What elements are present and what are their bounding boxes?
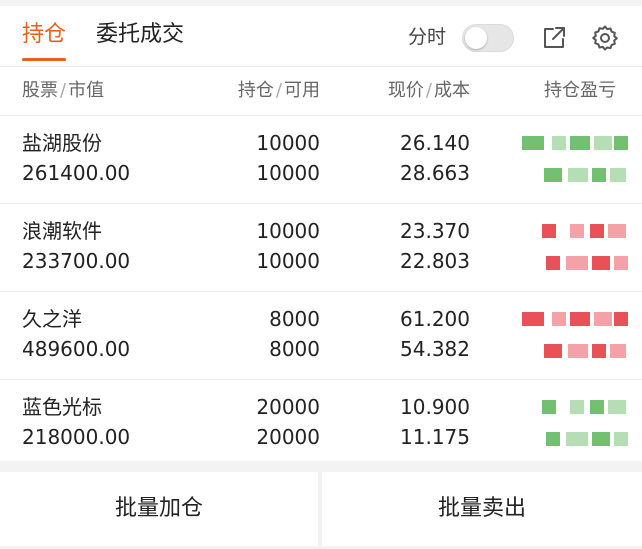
stock-name: 蓝色光标 <box>22 395 102 419</box>
profit-loss-ratio-blurred <box>522 256 630 272</box>
blur-pixel <box>614 312 628 326</box>
blur-pixel <box>594 136 612 150</box>
intraday-toggle-label: 分时 <box>408 26 447 48</box>
available-qty: 8000 <box>269 337 320 361</box>
header-holding: 持仓 <box>237 80 274 101</box>
blur-pixel <box>610 168 626 182</box>
blur-pixel <box>592 344 606 358</box>
tab-positions[interactable]: 持仓 <box>22 20 66 50</box>
header-price-cost: 现价 / 成本 <box>388 67 470 115</box>
active-tab-indicator <box>22 58 66 61</box>
blur-pixel <box>592 168 606 182</box>
available-qty: 10000 <box>256 249 320 273</box>
blur-pixel <box>544 168 562 182</box>
blur-pixel <box>590 224 604 238</box>
profit-loss-ratio-blurred <box>522 168 630 184</box>
header-current-price: 现价 <box>387 80 424 101</box>
header-market-value: 市值 <box>68 80 105 101</box>
positions-screen: 持仓 委托成交 分时 股票 / 市值 持仓 / 可用 现价 / 成本 持仓盈亏 … <box>0 0 642 549</box>
profit-loss-amount-blurred <box>522 224 630 240</box>
holding-qty: 20000 <box>256 395 320 419</box>
current-price: 61.200 <box>400 307 470 331</box>
current-price: 23.370 <box>400 219 470 243</box>
external-link-icon[interactable] <box>540 24 568 52</box>
blur-pixel <box>546 432 560 446</box>
blur-pixel <box>542 224 556 238</box>
blur-pixel <box>552 312 566 326</box>
blur-pixel <box>568 344 588 358</box>
stock-name: 浪潮软件 <box>22 219 102 243</box>
header-stock-market-value: 股票 / 市值 <box>22 67 104 115</box>
current-price: 26.140 <box>400 131 470 155</box>
blur-pixel <box>570 312 590 326</box>
profit-loss-ratio-blurred <box>522 344 630 360</box>
blur-pixel <box>608 400 626 414</box>
stock-name: 久之洋 <box>22 307 82 331</box>
blur-pixel <box>614 256 628 270</box>
blur-pixel <box>568 168 588 182</box>
blur-pixel <box>544 344 562 358</box>
blur-pixel <box>566 432 588 446</box>
positions-list: 盐湖股份 261400.00 10000 10000 26.140 28.663… <box>0 116 642 468</box>
blur-pixel <box>570 136 590 150</box>
position-row[interactable]: 浪潮软件 233700.00 10000 10000 23.370 22.803 <box>0 204 642 292</box>
gear-icon[interactable] <box>591 24 619 52</box>
intraday-toggle[interactable] <box>462 24 514 52</box>
blur-pixel <box>546 256 560 270</box>
position-row[interactable]: 蓝色光标 218000.00 20000 20000 10.900 11.175 <box>0 380 642 468</box>
profit-loss-amount-blurred <box>522 312 630 328</box>
cost-price: 11.175 <box>400 425 470 449</box>
batch-sell-button[interactable]: 批量卖出 <box>322 472 642 546</box>
toggle-knob <box>465 27 487 49</box>
current-price: 10.900 <box>400 395 470 419</box>
blur-pixel <box>542 400 556 414</box>
market-value: 218000.00 <box>22 425 131 449</box>
header-available: 可用 <box>284 80 320 101</box>
holding-qty: 10000 <box>256 131 320 155</box>
blur-pixel <box>590 400 604 414</box>
blur-pixel <box>608 224 626 238</box>
position-row[interactable]: 盐湖股份 261400.00 10000 10000 26.140 28.663 <box>0 116 642 204</box>
header-profit-loss: 持仓盈亏 <box>544 80 616 101</box>
positions-card: 持仓 委托成交 分时 股票 / 市值 持仓 / 可用 现价 / 成本 持仓盈亏 … <box>0 6 642 461</box>
blur-pixel <box>614 136 628 150</box>
header-holding-available: 持仓 / 可用 <box>238 67 320 115</box>
blur-pixel <box>522 312 544 326</box>
header-separator: / <box>60 80 67 101</box>
action-bar: 批量加仓 批量卖出 <box>0 472 642 549</box>
profit-loss-ratio-blurred <box>522 432 630 448</box>
blur-pixel <box>570 224 584 238</box>
cost-price: 28.663 <box>400 161 470 185</box>
holding-qty: 10000 <box>256 219 320 243</box>
batch-add-button[interactable]: 批量加仓 <box>0 472 318 546</box>
blur-pixel <box>610 344 626 358</box>
holding-qty: 8000 <box>269 307 320 331</box>
cost-price: 54.382 <box>400 337 470 361</box>
blur-pixel <box>594 312 612 326</box>
stock-name: 盐湖股份 <box>22 131 102 155</box>
market-value: 261400.00 <box>22 161 131 185</box>
header-separator: / <box>275 80 282 101</box>
position-row[interactable]: 久之洋 489600.00 8000 8000 61.200 54.382 <box>0 292 642 380</box>
blur-pixel <box>592 432 610 446</box>
available-qty: 20000 <box>256 425 320 449</box>
market-value: 489600.00 <box>22 337 131 361</box>
blur-pixel <box>570 400 584 414</box>
available-qty: 10000 <box>256 161 320 185</box>
cost-price: 22.803 <box>400 249 470 273</box>
tab-orders-trades[interactable]: 委托成交 <box>96 20 184 50</box>
column-header-row: 股票 / 市值 持仓 / 可用 现价 / 成本 持仓盈亏 <box>0 67 642 116</box>
market-value: 233700.00 <box>22 249 131 273</box>
blur-pixel <box>592 256 610 270</box>
blur-pixel <box>614 432 628 446</box>
tab-bar: 持仓 委托成交 分时 <box>0 6 642 67</box>
blur-pixel <box>566 256 588 270</box>
blur-pixel <box>522 136 544 150</box>
blur-pixel <box>552 136 566 150</box>
header-stock: 股票 <box>22 80 58 101</box>
profit-loss-amount-blurred <box>522 400 630 416</box>
header-separator: / <box>425 80 432 101</box>
header-cost: 成本 <box>434 80 470 101</box>
profit-loss-amount-blurred <box>522 136 630 152</box>
